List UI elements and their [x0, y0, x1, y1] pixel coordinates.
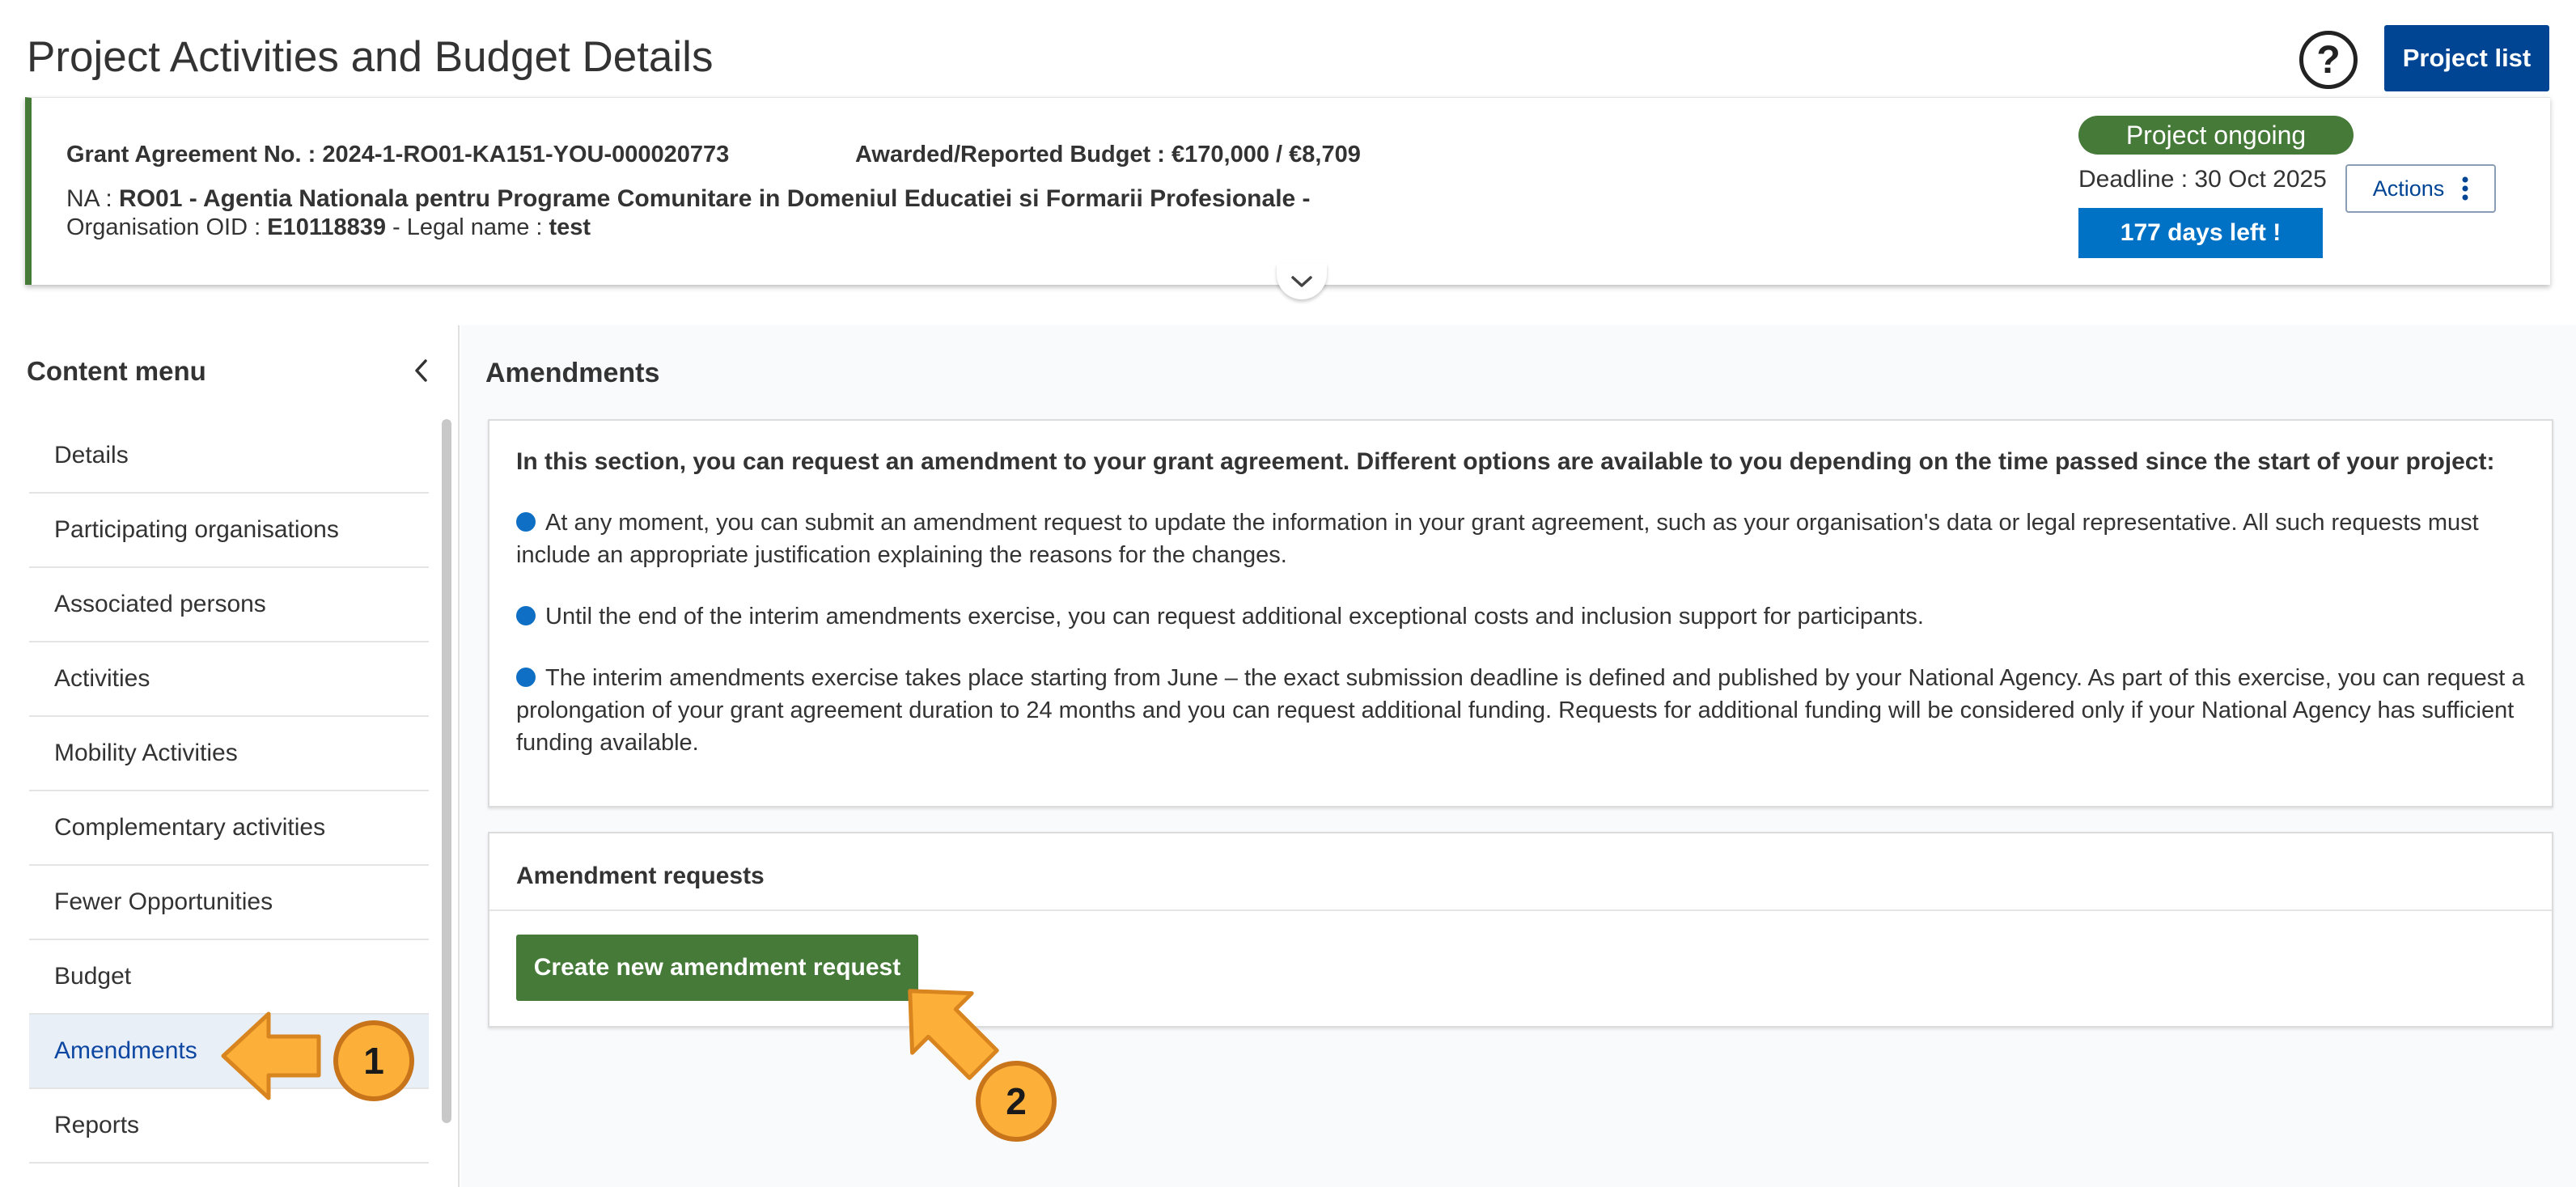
step-badge: 2	[976, 1061, 1057, 1142]
budget-label: Awarded/Reported Budget :	[855, 142, 1171, 167]
project-list-button[interactable]: Project list	[2384, 25, 2549, 91]
chevron-down-icon	[1291, 276, 1312, 287]
sidebar-item-participating-organisations[interactable]: Participating organisations	[29, 494, 429, 568]
section-title: Amendments	[485, 358, 660, 388]
expand-header-button[interactable]	[1277, 264, 1327, 299]
actions-button[interactable]: Actions	[2345, 164, 2496, 213]
create-amendment-button[interactable]: Create new amendment request	[516, 935, 918, 1001]
bullet-text: At any moment, you can submit an amendme…	[516, 510, 2479, 568]
chevron-left-icon[interactable]	[409, 354, 434, 387]
info-intro: In this section, you can request an amen…	[516, 448, 2495, 475]
sidebar-item-mobility-activities[interactable]: Mobility Activities	[29, 717, 429, 791]
arrow-up-left-icon	[908, 989, 999, 1080]
bullet-dot-icon	[516, 668, 536, 687]
arrow-left-icon	[221, 1011, 321, 1100]
grant-agreement: Grant Agreement No. : 2024-1-RO01-KA151-…	[66, 142, 729, 168]
divider	[489, 909, 2552, 911]
sidebar-item-details[interactable]: Details	[29, 419, 429, 494]
grant-number: 2024-1-RO01-KA151-YOU-000020773	[322, 142, 730, 167]
grant-label: Grant Agreement No. :	[66, 142, 323, 167]
oid-label: Organisation OID :	[66, 214, 268, 240]
project-header-card: Grant Agreement No. : 2024-1-RO01-KA151-…	[25, 97, 2550, 285]
legal-label: - Legal name :	[386, 214, 549, 240]
sidebar-item-activities[interactable]: Activities	[29, 642, 429, 717]
info-bullet: At any moment, you can submit an amendme…	[516, 507, 2531, 571]
na-label: NA :	[66, 185, 120, 212]
days-left-badge: 177 days left !	[2078, 208, 2323, 258]
page-title: Project Activities and Budget Details	[27, 33, 714, 81]
actions-label: Actions	[2372, 176, 2445, 201]
sidebar-item-complementary-activities[interactable]: Complementary activities	[29, 791, 429, 866]
national-agency: NA : RO01 - Agentia Nationala pentru Pro…	[66, 185, 1311, 213]
info-bullet: Until the end of the interim amendments …	[516, 600, 2531, 633]
sidebar-scrollbar[interactable]	[442, 419, 451, 1123]
status-badge: Project ongoing	[2078, 116, 2354, 155]
requests-title: Amendment requests	[516, 863, 765, 889]
legal-value: test	[549, 214, 591, 240]
organisation-info: Organisation OID : E10118839 - Legal nam…	[66, 214, 591, 241]
budget-value: €170,000 / €8,709	[1171, 142, 1361, 167]
content-menu-title: Content menu	[27, 356, 206, 386]
budget-info: Awarded/Reported Budget : €170,000 / €8,…	[855, 142, 1361, 168]
oid-value: E10118839	[267, 214, 386, 240]
amendments-info-card: In this section, you can request an amen…	[488, 419, 2553, 808]
amendment-requests-card: Amendment requests Create new amendment …	[488, 832, 2553, 1028]
question-circle-icon: ?	[2316, 38, 2341, 82]
bullet-dot-icon	[516, 606, 536, 625]
help-button[interactable]: ?	[2299, 31, 2358, 89]
step-badge: 1	[333, 1020, 414, 1101]
sidebar-item-fewer-opportunities[interactable]: Fewer Opportunities	[29, 866, 429, 940]
deadline: Deadline : 30 Oct 2025	[2078, 166, 2327, 193]
info-bullet: The interim amendments exercise takes pl…	[516, 662, 2531, 759]
bullet-text: Until the end of the interim amendments …	[545, 604, 1924, 630]
more-vertical-icon	[2462, 176, 2468, 201]
na-value: RO01 - Agentia Nationala pentru Programe…	[119, 185, 1311, 212]
sidebar-item-budget[interactable]: Budget	[29, 940, 429, 1015]
sidebar-item-associated-persons[interactable]: Associated persons	[29, 568, 429, 642]
bullet-dot-icon	[516, 512, 536, 532]
bullet-text: The interim amendments exercise takes pl…	[516, 665, 2525, 756]
